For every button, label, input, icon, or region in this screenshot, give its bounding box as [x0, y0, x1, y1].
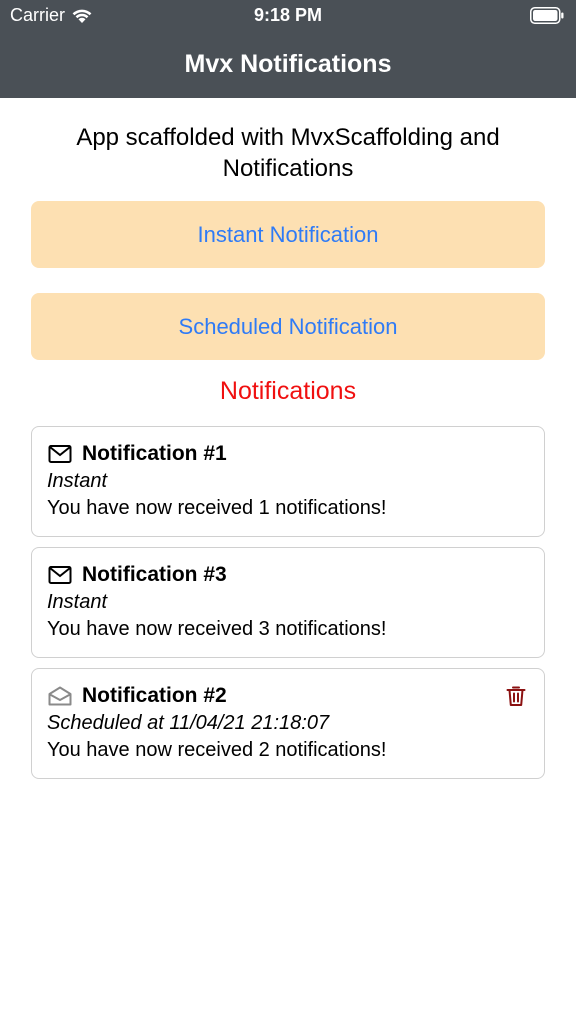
page-title: Mvx Notifications	[184, 50, 392, 78]
navigation-bar: Carrier 9:18 PM Mvx Notifications	[0, 0, 576, 98]
notification-title: Notification #3	[82, 563, 227, 586]
intro-text: App scaffolded with MvxScaffolding and N…	[76, 124, 500, 182]
notification-message: You have now received 2 notifications!	[47, 739, 387, 761]
notification-title: Notification #2	[82, 684, 227, 707]
envelope-open-icon	[48, 686, 72, 706]
notifications-heading: Notifications	[219, 377, 357, 405]
notification-kind: Instant	[47, 470, 108, 492]
notification-message: You have now received 3 notifications!	[47, 618, 387, 640]
status-bar: Carrier 9:18 PM	[0, 0, 576, 32]
scheduled-notification-button[interactable]: Scheduled Notification	[31, 293, 545, 360]
instant-notification-button[interactable]: Instant Notification	[31, 201, 545, 268]
notification-kind: Scheduled at 11/04/21 21:18:07	[47, 712, 330, 734]
status-time: 9:18 PM	[253, 5, 323, 25]
notification-kind: Instant	[47, 591, 108, 613]
notification-card[interactable]: Notification #1 Instant You have now rec…	[31, 426, 545, 537]
notification-title: Notification #1	[82, 442, 227, 465]
notification-message: You have now received 1 notifications!	[47, 497, 387, 519]
notification-card[interactable]: Notification #2 Scheduled at 11/04/21 21…	[31, 668, 545, 779]
envelope-icon	[48, 566, 72, 584]
envelope-icon	[48, 445, 72, 463]
battery-icon	[530, 7, 564, 24]
notification-card[interactable]: Notification #3 Instant You have now rec…	[31, 547, 545, 658]
trash-icon[interactable]	[506, 685, 526, 707]
